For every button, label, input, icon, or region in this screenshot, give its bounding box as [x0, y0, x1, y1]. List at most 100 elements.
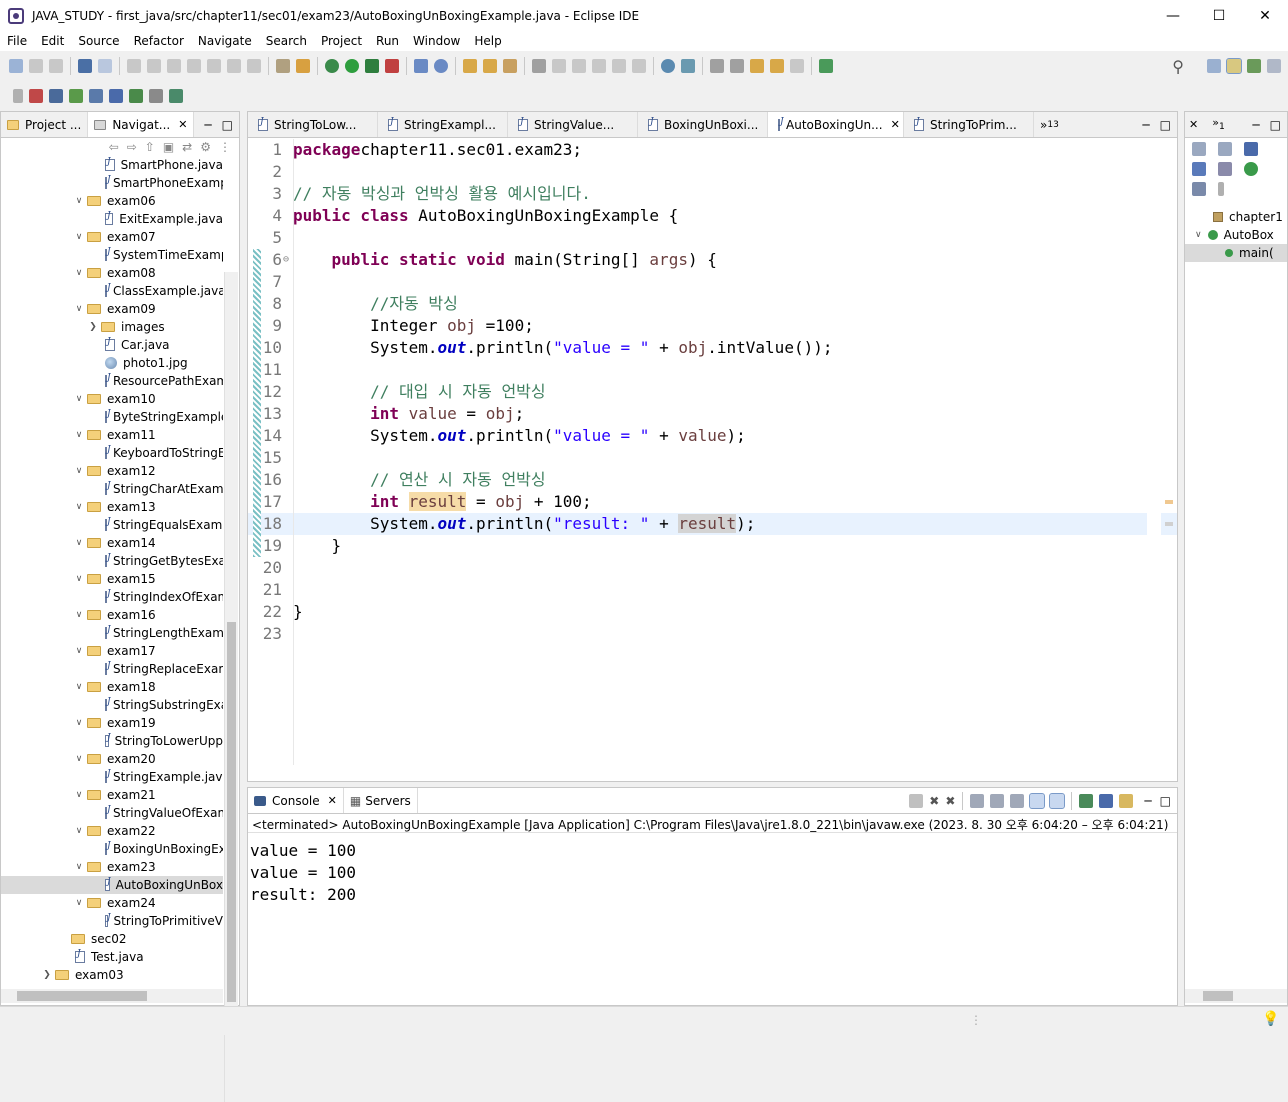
- maximize-view-icon[interactable]: □: [1270, 118, 1281, 132]
- disconnect-icon[interactable]: [187, 59, 201, 73]
- scroll-lock-icon[interactable]: [990, 793, 1005, 808]
- tree-file-item[interactable]: StringExample.java: [1, 768, 223, 786]
- tab-console[interactable]: Console ✕: [248, 788, 344, 813]
- tree-folder-item[interactable]: ∨ exam08: [1, 264, 223, 282]
- mark-occurrences-icon[interactable]: [552, 59, 566, 73]
- new-class-icon[interactable]: [434, 59, 448, 73]
- code-line[interactable]: 18 System.out.println("result: " + resul…: [248, 513, 1177, 535]
- display-console-icon[interactable]: [1099, 793, 1114, 808]
- editor-vertical-scrollbar[interactable]: [1147, 139, 1161, 765]
- expand-arrow-icon[interactable]: ∨: [73, 304, 85, 314]
- tree-file-item[interactable]: ClassExample.java: [1, 282, 223, 300]
- tree-file-item[interactable]: StringSubstringExa: [1, 696, 223, 714]
- tree-file-item[interactable]: BoxingUnBoxingEx: [1, 840, 223, 858]
- code-line[interactable]: 9 Integer obj =100;: [248, 315, 1177, 337]
- globe-icon[interactable]: [661, 59, 675, 73]
- table-icon[interactable]: [49, 89, 63, 103]
- minimize-view-icon[interactable]: ─: [204, 118, 211, 132]
- up-nav-icon[interactable]: ⇧: [145, 140, 155, 154]
- fold-icon[interactable]: ⊖: [283, 249, 289, 271]
- tree-file-item[interactable]: StringToLowerUpp: [1, 732, 223, 750]
- console-output[interactable]: value = 100 value = 100 result: 200: [250, 840, 356, 906]
- expand-arrow-icon[interactable]: ∨: [73, 682, 85, 692]
- tree-folder-item[interactable]: ∨ exam21: [1, 786, 223, 804]
- tree-file-item[interactable]: StringCharAtExam: [1, 480, 223, 498]
- sort-az-icon[interactable]: [1244, 142, 1258, 156]
- tree-file-item[interactable]: ByteStringExample: [1, 408, 223, 426]
- outline-item[interactable]: chapter1: [1185, 208, 1287, 226]
- menu-file[interactable]: File: [0, 34, 34, 48]
- perspective-open-icon[interactable]: [1207, 59, 1221, 73]
- next-annotation-icon[interactable]: [710, 59, 724, 73]
- editor-tab-overflow[interactable]: » 13: [1034, 112, 1065, 137]
- stop-icon[interactable]: [909, 793, 924, 808]
- skip-breakpoints-icon[interactable]: [98, 59, 112, 73]
- tab-servers[interactable]: ▦ Servers: [344, 788, 418, 813]
- menu-search[interactable]: Search: [259, 34, 314, 48]
- minimize-button[interactable]: —: [1150, 0, 1196, 31]
- code-line[interactable]: 15: [248, 447, 1177, 469]
- suspend-icon[interactable]: [147, 59, 161, 73]
- new-java-project-icon[interactable]: [414, 59, 428, 73]
- menu-run[interactable]: Run: [369, 34, 406, 48]
- debug-icon[interactable]: [325, 59, 339, 73]
- close-icon[interactable]: ✕: [1189, 118, 1198, 131]
- tab-project-explorer[interactable]: Project ...: [1, 112, 89, 137]
- expand-arrow-icon[interactable]: ∨: [73, 790, 85, 800]
- editor-tab[interactable]: BoxingUnBoxi...: [638, 112, 768, 137]
- show-whitespace-icon[interactable]: [612, 59, 626, 73]
- last-edit-icon[interactable]: [750, 59, 764, 73]
- expand-arrow-icon[interactable]: ∨: [73, 610, 85, 620]
- expand-arrow-icon[interactable]: ∨: [73, 394, 85, 404]
- expand-arrow-icon[interactable]: ∨: [73, 268, 85, 278]
- toggle-block-icon[interactable]: [572, 59, 586, 73]
- code-line[interactable]: 8 //자동 박싱: [248, 293, 1177, 315]
- expand-arrow-icon[interactable]: ∨: [73, 718, 85, 728]
- collapse-icon[interactable]: [1218, 142, 1232, 156]
- outline-item[interactable]: ∨ AutoBox: [1185, 226, 1287, 244]
- tree-file-item[interactable]: photo1.jpg: [1, 354, 223, 372]
- open-type-icon[interactable]: [463, 59, 477, 73]
- editor-tab[interactable]: StringExampl...: [378, 112, 508, 137]
- maximize-view-icon[interactable]: □: [1160, 794, 1171, 808]
- tree-folder-item[interactable]: sec02: [1, 930, 223, 948]
- pin-icon[interactable]: [681, 59, 695, 73]
- focus-icon[interactable]: [1192, 142, 1206, 156]
- code-line[interactable]: 20: [248, 557, 1177, 579]
- expand-arrow-icon[interactable]: ∨: [73, 826, 85, 836]
- step-over-icon[interactable]: [227, 59, 241, 73]
- jar-icon[interactable]: [29, 89, 43, 103]
- code-line[interactable]: 3 // 자동 박싱과 언박싱 활용 예시입니다.: [248, 183, 1177, 205]
- tree-folder-item[interactable]: ∨ exam12: [1, 462, 223, 480]
- tree-vertical-scrollbar[interactable]: [224, 272, 238, 1102]
- show-stderr-icon[interactable]: [1049, 792, 1066, 809]
- code-line[interactable]: 12 // 대입 시 자동 언박싱: [248, 381, 1177, 403]
- console-vertical-scrollbar[interactable]: [1161, 834, 1175, 989]
- outline-overflow-icon[interactable]: »1: [1212, 116, 1225, 132]
- tab-navigator[interactable]: Navigat... ✕: [88, 112, 195, 137]
- hide-fields-icon[interactable]: [1192, 162, 1206, 176]
- restore-icon[interactable]: [13, 89, 23, 103]
- java-perspective-icon[interactable]: [1226, 58, 1242, 74]
- minimize-view-icon[interactable]: ─: [1252, 118, 1259, 132]
- coverage-icon[interactable]: [365, 59, 379, 73]
- editor-tab[interactable]: StringValue...: [508, 112, 638, 137]
- tree-file-item[interactable]: KeyboardToStringE: [1, 444, 223, 462]
- code-line[interactable]: 14 System.out.println("value = " + value…: [248, 425, 1177, 447]
- collapse-all-icon[interactable]: ▣: [163, 140, 174, 154]
- code-line[interactable]: 17 int result = obj + 100;: [248, 491, 1177, 513]
- code-line[interactable]: 5: [248, 227, 1177, 249]
- use-step-filters-icon[interactable]: [276, 59, 290, 73]
- expand-arrow-icon[interactable]: ❯: [87, 322, 99, 332]
- open-perspective-icon[interactable]: [819, 59, 833, 73]
- tree-folder-item[interactable]: ∨ exam16: [1, 606, 223, 624]
- back-nav-icon[interactable]: ⇦: [109, 140, 119, 154]
- tree-folder-item[interactable]: ∨ exam10: [1, 390, 223, 408]
- tree-folder-item[interactable]: ∨ exam17: [1, 642, 223, 660]
- editor-tab[interactable]: StringToLow...: [248, 112, 378, 137]
- menu-refactor[interactable]: Refactor: [127, 34, 191, 48]
- tree-file-item[interactable]: Car.java: [1, 336, 223, 354]
- remove-all-icon[interactable]: ✖: [945, 794, 955, 808]
- link-editor-icon[interactable]: ⇄: [182, 140, 192, 154]
- code-line[interactable]: 21: [248, 579, 1177, 601]
